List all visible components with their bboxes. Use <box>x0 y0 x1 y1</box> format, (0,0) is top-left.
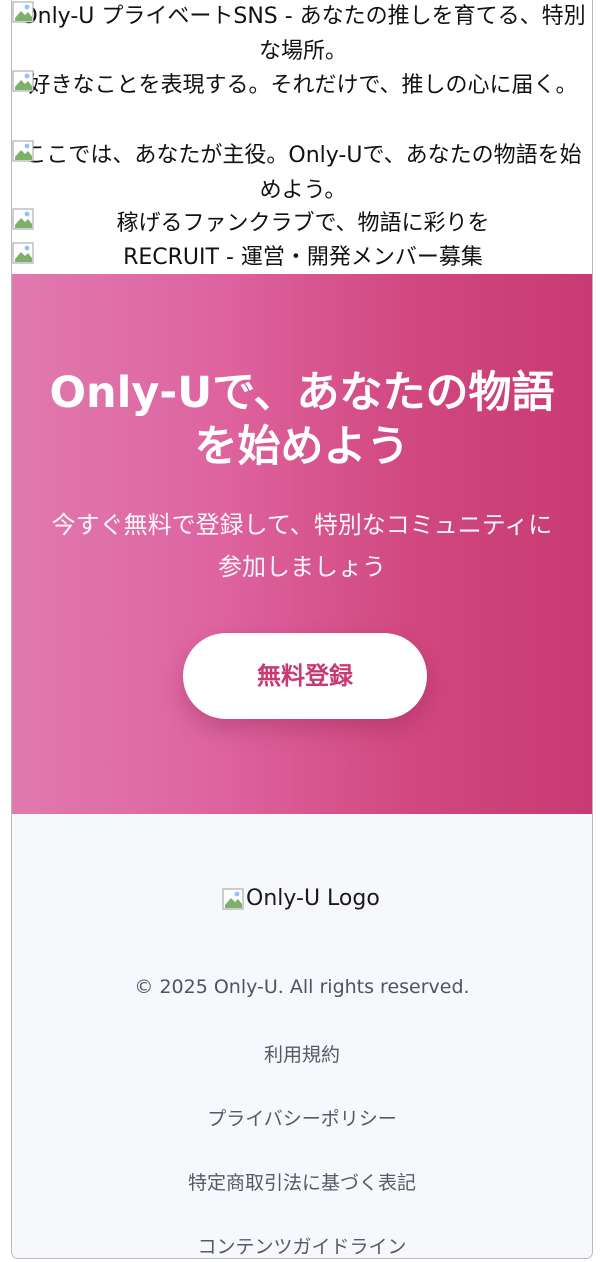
page-frame: Only-U プライベートSNS - あなたの推しを育てる、特別な場所。 好きな… <box>11 0 593 1259</box>
footer-logo[interactable]: Only-U Logo <box>222 882 380 916</box>
banner-alt-text: RECRUIT - 運営・開発メンバー募集 <box>123 245 483 270</box>
cta-subtitle: 今すぐ無料で登録して、特別なコミュニティに参加しましょう <box>51 511 553 581</box>
footer-link-commerce[interactable]: 特定商取引法に基づく表記 <box>12 1168 592 1195</box>
banner-list: Only-U プライベートSNS - あなたの推しを育てる、特別な場所。 好きな… <box>12 0 592 274</box>
banner-image[interactable]: 好きなことを表現する。それだけで、推しの心に届く。 <box>12 68 592 138</box>
signup-cta-section: Only-Uで、あなたの物語を始めよう 今すぐ無料で登録して、特別なコミュニティ… <box>12 274 592 814</box>
footer-link-privacy[interactable]: プライバシーポリシー <box>12 1104 592 1131</box>
banner-image[interactable]: ここでは、あなたが主役。Only-Uで、あなたの物語を始めよう。 <box>12 138 592 206</box>
broken-image-icon <box>12 1 34 23</box>
broken-image-icon <box>12 208 34 230</box>
footer-link-guidelines[interactable]: コンテンツガイドライン <box>12 1232 592 1258</box>
footer: Only-U Logo © 2025 Only-U. All rights re… <box>12 814 592 1258</box>
free-signup-button[interactable]: 無料登録 <box>183 633 427 719</box>
broken-image-icon <box>12 70 34 92</box>
banner-alt-text: Only-U プライベートSNS - あなたの推しを育てる、特別な場所。 <box>20 4 586 64</box>
banner-image[interactable]: Only-U プライベートSNS - あなたの推しを育てる、特別な場所。 <box>12 0 592 68</box>
banner-alt-text: 好きなことを表現する。それだけで、推しの心に届く。 <box>28 73 578 98</box>
banner-image[interactable]: RECRUIT - 運営・開発メンバー募集 <box>12 240 592 274</box>
cta-title: Only-Uで、あなたの物語を始めよう <box>49 368 555 472</box>
footer-logo-alt-text: Only-U Logo <box>246 886 380 911</box>
copyright-text: © 2025 Only-U. All rights reserved. <box>134 976 470 998</box>
banner-alt-text: 稼げるファンクラブで、物語に彩りを <box>116 211 490 236</box>
footer-link-terms[interactable]: 利用規約 <box>12 1040 592 1067</box>
broken-image-icon <box>12 140 34 162</box>
banner-alt-text: ここでは、あなたが主役。Only-Uで、あなたの物語を始めよう。 <box>24 143 582 203</box>
broken-image-icon <box>222 888 244 910</box>
banner-image[interactable]: 稼げるファンクラブで、物語に彩りを <box>12 206 592 240</box>
broken-image-icon <box>12 242 34 264</box>
